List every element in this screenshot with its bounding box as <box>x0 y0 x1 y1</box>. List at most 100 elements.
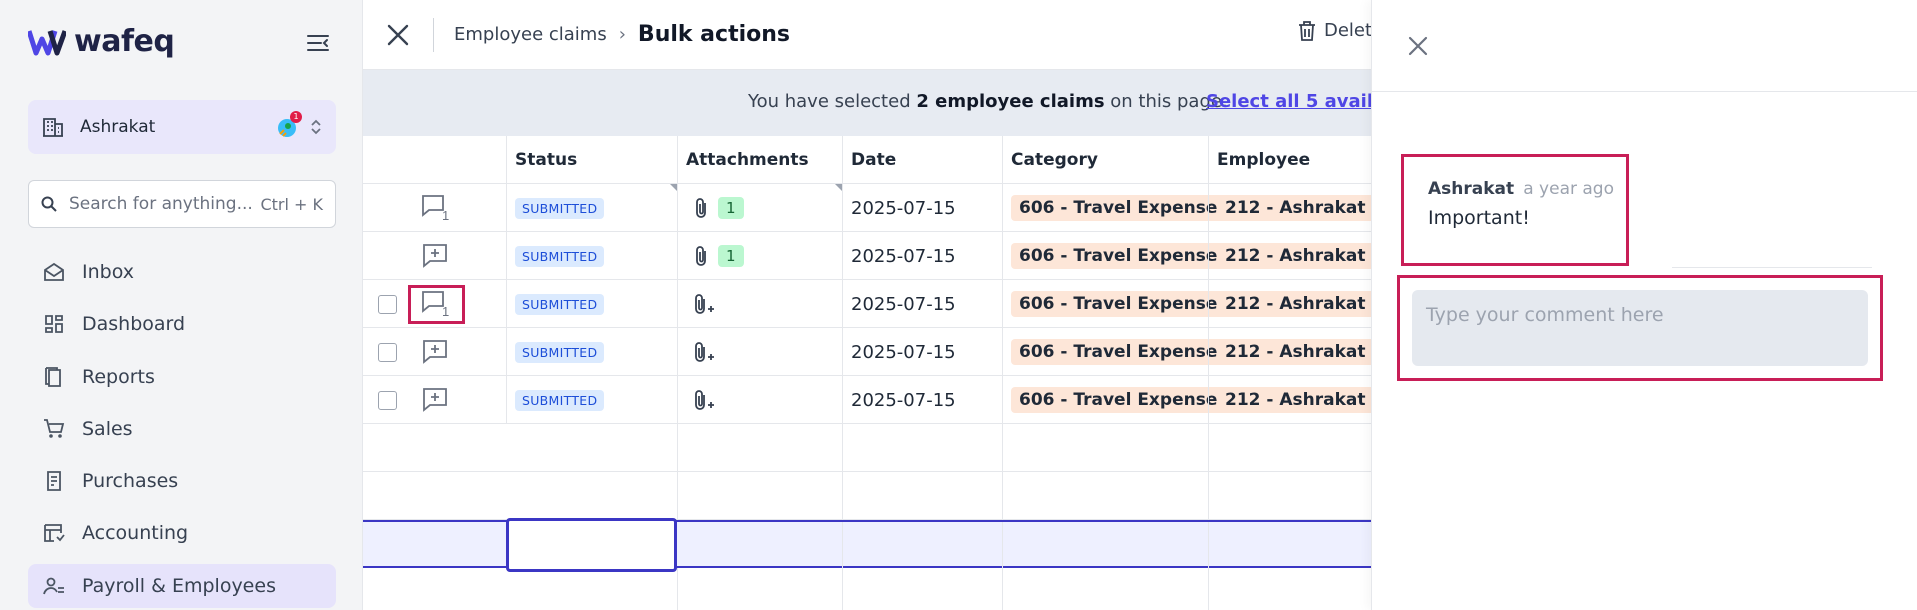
org-switcher[interactable]: Ashrakat 1 <box>28 100 336 154</box>
date-value: 2025-07-15 <box>851 197 956 219</box>
table-row[interactable]: SUBMITTED 1 2025-07-15 606 - Travel Expe… <box>363 232 1371 280</box>
sidebar-item-reports[interactable]: Reports <box>28 355 336 399</box>
account-tag: 212 - Ashrakat Ra <box>1217 195 1371 221</box>
date-cell: 2025-07-15 <box>842 232 1002 280</box>
status-cell: SUBMITTED <box>506 376 677 424</box>
sidebar-item-purchases[interactable]: Purchases <box>28 459 336 503</box>
grid-line <box>677 568 686 610</box>
column-header-category[interactable]: Category <box>1002 136 1208 184</box>
collapse-menu-icon <box>307 35 329 51</box>
wafeq-logo-icon <box>28 29 66 55</box>
attachments-cell[interactable] <box>677 280 842 328</box>
comment-author: Ashrakat <box>1428 179 1515 199</box>
account-tag: 212 - Ashrakat Ra <box>1217 243 1371 269</box>
page-title: Bulk actions <box>637 22 790 47</box>
topbar: Employee claims › Bulk actions <box>363 0 1371 70</box>
add-comment-icon[interactable] <box>421 386 451 414</box>
comment-highlight <box>408 285 465 324</box>
status-cell: SUBMITTED <box>506 232 677 280</box>
add-comment-icon[interactable] <box>421 338 451 366</box>
ledger-icon <box>42 521 66 545</box>
date-value: 2025-07-15 <box>851 245 956 267</box>
attachments-cell[interactable] <box>677 328 842 376</box>
search-input[interactable]: Search for anything... Ctrl + K <box>28 180 336 228</box>
empty-row[interactable] <box>363 568 1371 610</box>
grid-line <box>677 424 686 472</box>
divider <box>1372 91 1917 92</box>
close-bulk-actions-button[interactable] <box>363 0 433 70</box>
table-row[interactable]: SUBMITTED 2025-07-15 606 - Travel Expens… <box>363 376 1371 424</box>
breadcrumb-employee-claims[interactable]: Employee claims <box>454 24 607 45</box>
breadcrumb-separator: › <box>618 24 626 45</box>
row-checkbox[interactable] <box>378 343 397 362</box>
sidebar-item-sales[interactable]: Sales <box>28 407 336 451</box>
status-badge: SUBMITTED <box>515 389 605 411</box>
attachments-cell[interactable]: 1 <box>677 232 842 280</box>
empty-row[interactable] <box>363 424 1371 472</box>
comment-input-highlight <box>1397 275 1883 381</box>
category-tag: 606 - Travel Expense <box>1011 243 1226 269</box>
empty-row[interactable] <box>363 472 1371 520</box>
search-icon <box>41 196 57 212</box>
divider <box>1672 267 1872 268</box>
delete-label: Delet <box>1324 20 1371 41</box>
grid-line <box>1208 424 1217 472</box>
dashboard-icon <box>42 312 66 336</box>
org-name: Ashrakat <box>80 117 156 137</box>
users-icon <box>42 574 66 598</box>
status-cell: SUBMITTED <box>506 328 677 376</box>
grid-line <box>842 472 851 520</box>
selection-message: You have selected 2 employee claims on t… <box>748 91 1228 112</box>
sidebar-item-label: Sales <box>82 417 133 440</box>
notifications-button[interactable]: 1 <box>274 111 302 139</box>
paperclip-icon <box>696 198 706 218</box>
category-tag: 606 - Travel Expense <box>1011 339 1226 365</box>
table-row[interactable]: 1 SUBMITTED 1 2025-07-15 606 - Travel Ex… <box>363 184 1371 232</box>
column-header-employee-account[interactable]: Employee account <box>1208 136 1371 218</box>
close-icon <box>387 24 409 45</box>
table-row[interactable]: 1 SUBMITTED 2025-07-15 606 - Travel Expe… <box>363 280 1371 328</box>
sidebar-item-label: Accounting <box>82 522 189 545</box>
comment-input[interactable] <box>1412 290 1868 366</box>
collapse-sidebar-button[interactable] <box>305 30 331 56</box>
attachments-cell[interactable] <box>677 376 842 424</box>
employee-account-cell: 212 - Ashrakat Ra <box>1208 184 1371 232</box>
grid-line <box>677 472 686 520</box>
attachments-cell[interactable]: 1 <box>677 184 842 232</box>
sidebar-item-inbox[interactable]: Inbox <box>28 250 336 294</box>
close-icon <box>1408 36 1428 56</box>
category-cell: 606 - Travel Expense <box>1002 232 1226 280</box>
grid-line <box>1208 568 1217 610</box>
status-badge: SUBMITTED <box>515 341 605 363</box>
grid-line <box>1002 568 1011 610</box>
building-icon <box>43 118 63 137</box>
comments-panel: Ashrakat a year ago Important! <box>1371 0 1917 610</box>
sidebar: wafeq Ashrakat 1 Search for anything... … <box>0 0 363 610</box>
add-comment-icon[interactable] <box>421 242 451 270</box>
sidebar-item-accounting[interactable]: Accounting <box>28 511 336 555</box>
selected-empty-row[interactable] <box>363 518 1371 572</box>
selected-cell[interactable] <box>506 518 677 572</box>
sidebar-item-payroll[interactable]: Payroll & Employees <box>28 563 336 608</box>
brand-logo[interactable]: wafeq <box>28 24 175 59</box>
comment-count-icon[interactable]: 1 <box>421 194 451 222</box>
table-row[interactable]: SUBMITTED 2025-07-15 606 - Travel Expens… <box>363 328 1371 376</box>
comment-count: 1 <box>442 208 449 222</box>
column-header-attachments[interactable]: Attachments <box>677 136 842 184</box>
delete-button[interactable]: Delet <box>1298 20 1371 41</box>
row-checkbox[interactable] <box>378 391 397 410</box>
close-comments-button[interactable] <box>1402 30 1434 62</box>
column-header-date[interactable]: Date <box>842 136 1002 184</box>
column-header-status[interactable]: Status <box>506 136 677 184</box>
status-cell: SUBMITTED <box>506 184 677 232</box>
category-cell: 606 - Travel Expense <box>1002 184 1226 232</box>
row-checkbox[interactable] <box>378 295 397 314</box>
cart-icon <box>42 417 66 441</box>
app-root: wafeq Ashrakat 1 Search for anything... … <box>0 0 1917 610</box>
sidebar-item-label: Purchases <box>82 470 179 493</box>
select-all-link[interactable]: Select all 5 availab <box>1206 91 1371 112</box>
status-badge: SUBMITTED <box>515 245 605 267</box>
paperclip-icon <box>696 246 706 266</box>
sidebar-item-dashboard[interactable]: Dashboard <box>28 302 336 346</box>
sidebar-item-label: Reports <box>82 365 155 388</box>
